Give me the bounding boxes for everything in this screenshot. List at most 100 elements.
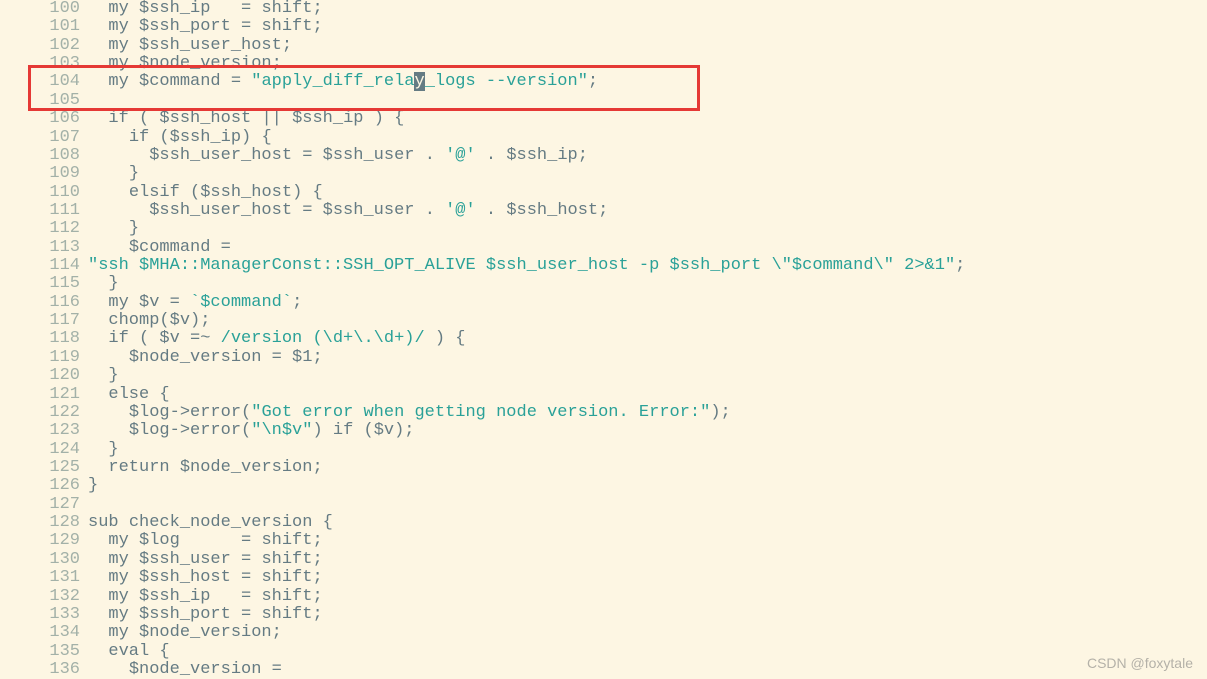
code-line: 115 } [0, 275, 1207, 293]
code-line: 109 } [0, 165, 1207, 183]
code-content: $log->error("Got error when getting node… [88, 404, 1207, 422]
code-content: else { [88, 386, 1207, 404]
code-line: 133 my $ssh_port = shift; [0, 606, 1207, 624]
code-content: $node_version = $1; [88, 349, 1207, 367]
code-line: 111 $ssh_user_host = $ssh_user . '@' . $… [0, 202, 1207, 220]
code-content: sub check_node_version { [88, 514, 1207, 532]
code-content: $node_version = [88, 661, 1207, 679]
line-number: 103 [0, 55, 88, 73]
line-number: 101 [0, 18, 88, 36]
line-number: 114 [0, 257, 88, 275]
code-line: 135 eval { [0, 643, 1207, 661]
line-number: 120 [0, 367, 88, 385]
code-content: $ssh_user_host = $ssh_user . '@' . $ssh_… [88, 202, 1207, 220]
code-line: 136 $node_version = [0, 661, 1207, 679]
code-line: 127 [0, 496, 1207, 514]
code-content: $command = [88, 239, 1207, 257]
line-number: 123 [0, 422, 88, 440]
line-number: 124 [0, 441, 88, 459]
code-content: } [88, 165, 1207, 183]
code-line: 132 my $ssh_ip = shift; [0, 588, 1207, 606]
code-content: return $node_version; [88, 459, 1207, 477]
code-editor: CSDN @foxytale 100 my $ssh_ip = shift;10… [0, 0, 1207, 679]
code-content: if ( $ssh_host || $ssh_ip ) { [88, 110, 1207, 128]
line-number: 104 [0, 73, 88, 91]
code-content: } [88, 441, 1207, 459]
code-content: my $ssh_ip = shift; [88, 0, 1207, 18]
code-content: my $log = shift; [88, 532, 1207, 550]
line-number: 105 [0, 92, 88, 110]
line-number: 128 [0, 514, 88, 532]
code-content: my $v = `$command`; [88, 294, 1207, 312]
code-content: my $node_version; [88, 55, 1207, 73]
line-number: 116 [0, 294, 88, 312]
line-number: 127 [0, 496, 88, 514]
line-number: 133 [0, 606, 88, 624]
code-content: my $ssh_host = shift; [88, 569, 1207, 587]
line-number: 134 [0, 624, 88, 642]
line-number: 113 [0, 239, 88, 257]
line-number: 136 [0, 661, 88, 679]
code-line: 134 my $node_version; [0, 624, 1207, 642]
code-line: 110 elsif ($ssh_host) { [0, 184, 1207, 202]
code-content: my $ssh_port = shift; [88, 18, 1207, 36]
line-number: 121 [0, 386, 88, 404]
code-line: 105 [0, 92, 1207, 110]
code-line: 126} [0, 477, 1207, 495]
code-line: 120 } [0, 367, 1207, 385]
text-cursor: y [414, 72, 424, 91]
code-line: 118 if ( $v =~ /version (\d+\.\d+)/ ) { [0, 330, 1207, 348]
line-number: 110 [0, 184, 88, 202]
line-number: 111 [0, 202, 88, 220]
code-content: my $command = "apply_diff_relay_logs --v… [88, 73, 1207, 91]
code-line: 103 my $node_version; [0, 55, 1207, 73]
code-line: 117 chomp($v); [0, 312, 1207, 330]
line-number: 125 [0, 459, 88, 477]
code-content: } [88, 220, 1207, 238]
line-number: 135 [0, 643, 88, 661]
code-line: 112 } [0, 220, 1207, 238]
code-line: 108 $ssh_user_host = $ssh_user . '@' . $… [0, 147, 1207, 165]
code-line: 107 if ($ssh_ip) { [0, 129, 1207, 147]
code-line: 106 if ( $ssh_host || $ssh_ip ) { [0, 110, 1207, 128]
code-content: $log->error("\n$v") if ($v); [88, 422, 1207, 440]
code-content: my $node_version; [88, 624, 1207, 642]
code-line: 102 my $ssh_user_host; [0, 37, 1207, 55]
code-line: 119 $node_version = $1; [0, 349, 1207, 367]
line-number: 117 [0, 312, 88, 330]
code-content: } [88, 367, 1207, 385]
code-content: my $ssh_ip = shift; [88, 588, 1207, 606]
line-number: 118 [0, 330, 88, 348]
code-line: 114"ssh $MHA::ManagerConst::SSH_OPT_ALIV… [0, 257, 1207, 275]
code-line: 131 my $ssh_host = shift; [0, 569, 1207, 587]
line-number: 112 [0, 220, 88, 238]
code-line: 121 else { [0, 386, 1207, 404]
line-number: 130 [0, 551, 88, 569]
code-line: 116 my $v = `$command`; [0, 294, 1207, 312]
line-number: 106 [0, 110, 88, 128]
code-line: 101 my $ssh_port = shift; [0, 18, 1207, 36]
code-line: 130 my $ssh_user = shift; [0, 551, 1207, 569]
watermark: CSDN @foxytale [1087, 656, 1193, 671]
code-content: my $ssh_user_host; [88, 37, 1207, 55]
code-line: 124 } [0, 441, 1207, 459]
code-line: 100 my $ssh_ip = shift; [0, 0, 1207, 18]
code-line: 123 $log->error("\n$v") if ($v); [0, 422, 1207, 440]
code-content: my $ssh_port = shift; [88, 606, 1207, 624]
code-line: 104 my $command = "apply_diff_relay_logs… [0, 73, 1207, 91]
code-line: 122 $log->error("Got error when getting … [0, 404, 1207, 422]
line-number: 131 [0, 569, 88, 587]
code-line: 129 my $log = shift; [0, 532, 1207, 550]
line-number: 119 [0, 349, 88, 367]
line-number: 109 [0, 165, 88, 183]
code-line: 128sub check_node_version { [0, 514, 1207, 532]
code-content: "ssh $MHA::ManagerConst::SSH_OPT_ALIVE $… [88, 257, 1207, 275]
code-line: 125 return $node_version; [0, 459, 1207, 477]
code-content: if ($ssh_ip) { [88, 129, 1207, 147]
line-number: 132 [0, 588, 88, 606]
line-number: 102 [0, 37, 88, 55]
code-line: 113 $command = [0, 239, 1207, 257]
line-number: 129 [0, 532, 88, 550]
code-content: eval { [88, 643, 1207, 661]
code-content: elsif ($ssh_host) { [88, 184, 1207, 202]
